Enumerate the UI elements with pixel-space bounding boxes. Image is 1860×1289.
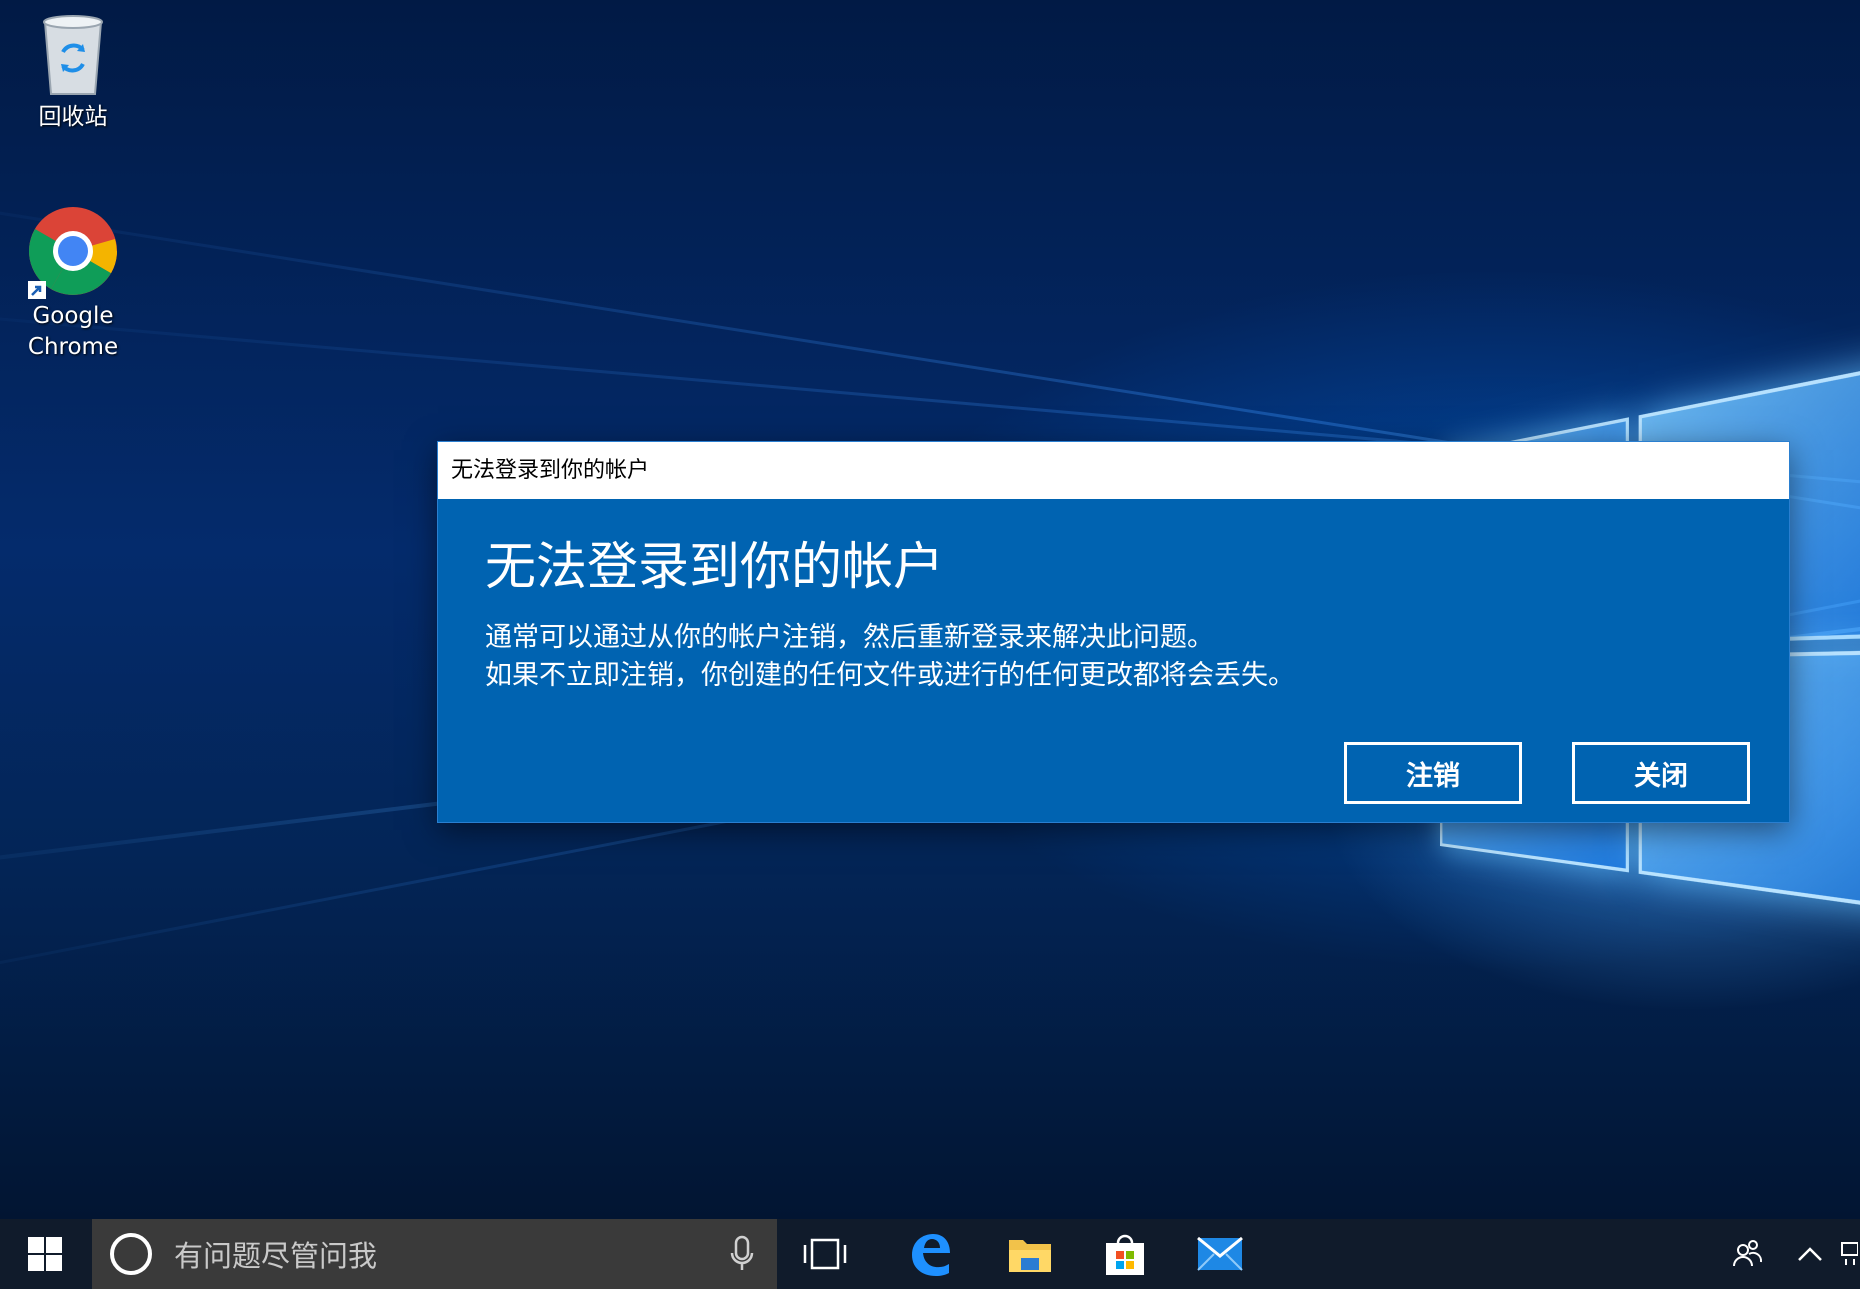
- cortana-search-box[interactable]: 有问题尽管问我: [92, 1219, 777, 1289]
- shortcut-arrow-icon: [28, 281, 46, 299]
- start-button[interactable]: [0, 1219, 90, 1289]
- dialog-message-line1: 通常可以通过从你的帐户注销，然后重新登录来解决此问题。: [485, 619, 1214, 657]
- recycle-bin-icon: [33, 12, 113, 98]
- mail-icon: [1196, 1234, 1244, 1274]
- dialog-message-line2: 如果不立即注销，你创建的任何文件或进行的任何更改都将会丢失。: [485, 657, 1295, 695]
- chevron-up-icon: [1797, 1246, 1823, 1262]
- mail-taskbar-button[interactable]: [1180, 1219, 1260, 1289]
- people-button[interactable]: [1722, 1219, 1772, 1289]
- task-view-icon: [803, 1237, 847, 1271]
- network-icon: [1838, 1239, 1858, 1269]
- task-view-button[interactable]: [790, 1219, 860, 1289]
- dialog-titlebar: 无法登录到你的帐户: [438, 442, 1789, 499]
- show-hidden-icons-button[interactable]: [1790, 1219, 1830, 1289]
- microphone-icon[interactable]: [729, 1235, 755, 1273]
- cortana-circle-icon: [108, 1231, 154, 1277]
- taskbar: 有问题尽管问我: [0, 1219, 1860, 1289]
- dialog-heading: 无法登录到你的帐户: [485, 538, 944, 598]
- desktop-background: 回收站 Google Chrome 无法登录到你的帐户 无法登录到你的帐户 通常…: [0, 0, 1860, 1219]
- store-icon: [1102, 1231, 1148, 1277]
- sign-out-button[interactable]: 注销: [1344, 742, 1522, 804]
- file-explorer-taskbar-button[interactable]: [990, 1219, 1070, 1289]
- network-tray-button[interactable]: [1836, 1219, 1860, 1289]
- file-explorer-icon: [1007, 1234, 1053, 1274]
- store-taskbar-button[interactable]: [1085, 1219, 1165, 1289]
- people-icon: [1731, 1238, 1763, 1270]
- search-placeholder: 有问题尽管问我: [174, 1233, 377, 1275]
- signin-error-dialog: 无法登录到你的帐户 无法登录到你的帐户 通常可以通过从你的帐户注销，然后重新登录…: [438, 442, 1789, 822]
- google-chrome-desktop-icon[interactable]: Google Chrome: [8, 205, 138, 363]
- chrome-label-line1: Google: [8, 301, 138, 332]
- edge-icon: [907, 1231, 953, 1277]
- edge-taskbar-button[interactable]: [890, 1219, 970, 1289]
- recycle-bin-desktop-icon[interactable]: 回收站: [8, 12, 138, 133]
- chrome-label-line2: Chrome: [8, 332, 138, 363]
- close-button[interactable]: 关闭: [1572, 742, 1750, 804]
- recycle-bin-label: 回收站: [39, 104, 108, 130]
- windows-start-icon: [28, 1237, 62, 1271]
